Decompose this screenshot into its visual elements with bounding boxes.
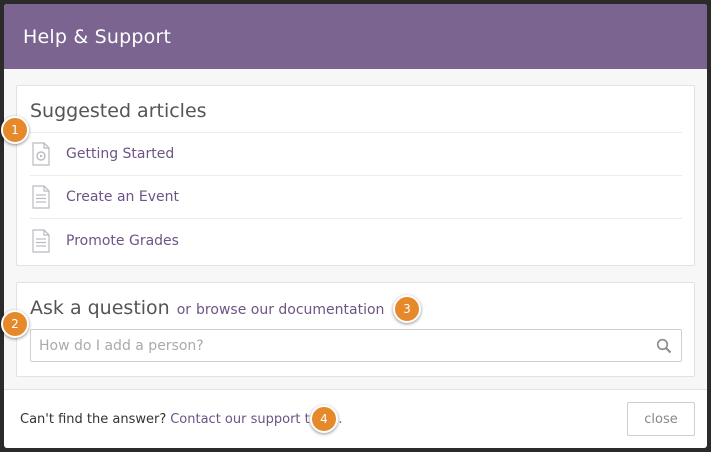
document-icon [30, 184, 52, 210]
modal-title: Help & Support [23, 25, 172, 48]
article-item-getting-started[interactable]: Getting Started [30, 133, 682, 176]
video-doc-icon [30, 141, 52, 167]
ask-heading: Ask a question or browse our documentati… [30, 297, 682, 329]
article-label: Create an Event [66, 189, 179, 205]
suggested-articles-heading: Suggested articles [30, 98, 682, 133]
close-button[interactable]: close [627, 402, 695, 436]
modal-header: Help & Support [4, 4, 707, 69]
article-item-promote-grades[interactable]: Promote Grades [30, 219, 682, 262]
document-icon [30, 228, 52, 254]
search-icon[interactable] [656, 338, 672, 354]
ask-question-title: Ask a question [30, 297, 170, 319]
modal-body: Suggested articles Getting Started Creat… [4, 69, 707, 390]
callout-badge: 4 [310, 405, 338, 433]
search-box [30, 329, 682, 362]
article-item-create-event[interactable]: Create an Event [30, 176, 682, 219]
ask-question-panel: Ask a question or browse our documentati… [16, 282, 695, 377]
callout-badge: 1 [1, 116, 29, 144]
question-search-input[interactable] [31, 330, 681, 361]
article-label: Getting Started [66, 146, 175, 162]
help-support-modal: Help & Support Suggested articles Gettin… [4, 4, 707, 448]
footer-text: Can't find the answer? [20, 411, 167, 427]
modal-footer: Can't find the answer? Contact our suppo… [4, 390, 707, 448]
article-label: Promote Grades [66, 232, 179, 249]
suggested-articles-panel: Suggested articles Getting Started Creat… [16, 85, 695, 266]
ask-or-text: or [176, 302, 192, 318]
browse-documentation-link[interactable]: browse our documentation [196, 302, 384, 318]
callout-badge: 2 [1, 310, 29, 338]
callout-badge: 3 [393, 295, 421, 323]
article-list: Getting Started Create an Event Promote … [30, 133, 682, 262]
